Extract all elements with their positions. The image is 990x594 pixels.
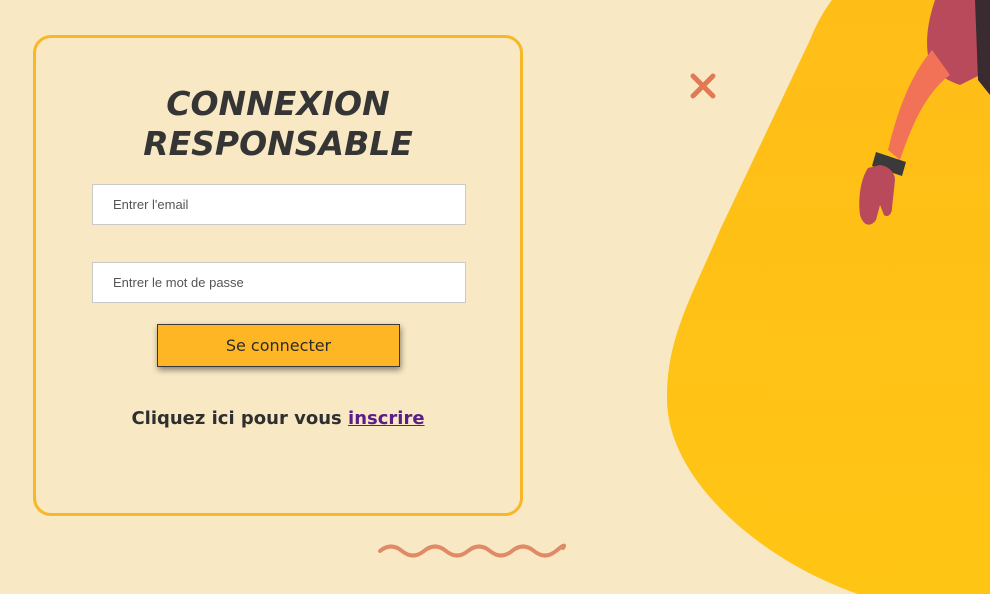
page-title: CONNEXION RESPONSABLE <box>143 84 413 163</box>
yellow-blob-shape <box>666 0 990 594</box>
signup-prompt-text: Cliquez ici pour vous <box>131 408 342 429</box>
login-button[interactable]: Se connecter <box>157 324 400 367</box>
password-field[interactable] <box>92 262 466 303</box>
illustration-figure <box>859 0 990 225</box>
email-field[interactable] <box>92 184 466 225</box>
wave-squiggle <box>378 543 567 558</box>
login-card: CONNEXION RESPONSABLE Se connecter Cliqu… <box>33 35 523 516</box>
close-icon <box>690 73 716 99</box>
signup-link[interactable]: inscrire <box>348 408 425 429</box>
signup-prompt: Cliquez ici pour vous inscrire <box>36 408 520 429</box>
